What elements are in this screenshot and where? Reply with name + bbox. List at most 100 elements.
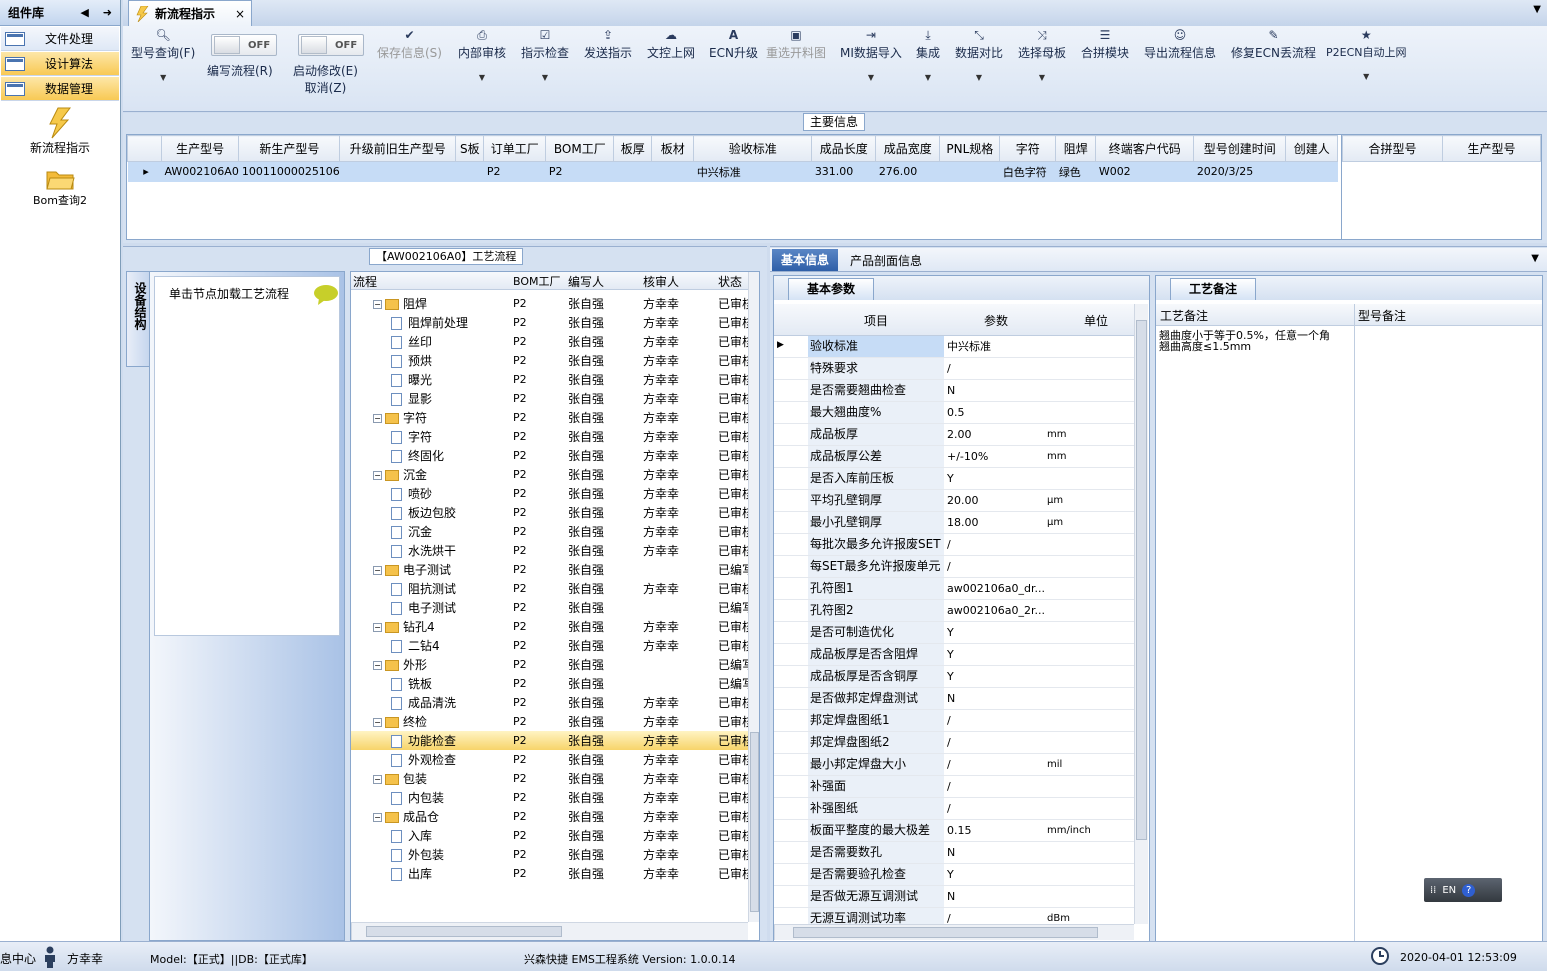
- param-row[interactable]: 每SET最多允许报废单元 /: [774, 556, 1134, 578]
- tree-row[interactable]: 电子测试 P2 张自强 已编写: [351, 598, 748, 617]
- param-row[interactable]: 特殊要求 /: [774, 358, 1134, 380]
- param-value[interactable]: N: [945, 380, 1044, 401]
- tree-row[interactable]: 显影 P2 张自强 方幸幸 已审核: [351, 389, 748, 408]
- column-header[interactable]: 状态: [718, 273, 742, 290]
- param-value[interactable]: +/-10%: [945, 446, 1044, 467]
- tree-row[interactable]: − 包装 P2 张自强 方幸幸 已审核: [351, 769, 748, 788]
- param-row[interactable]: 成品板厚公差 +/-10% mm: [774, 446, 1134, 468]
- param-value[interactable]: /: [945, 754, 1044, 775]
- column-header[interactable]: 项目: [864, 312, 888, 329]
- horizontal-scrollbar[interactable]: [774, 924, 1134, 940]
- dropdown-arrow-icon[interactable]: ▼: [1533, 4, 1541, 15]
- table-cell[interactable]: 331.00: [811, 161, 876, 182]
- process-remark-text[interactable]: 翘曲度小于等于0.5%，任意一个角翘曲高度≤1.5mm: [1159, 330, 1339, 352]
- column-header[interactable]: 生产型号: [160, 135, 240, 162]
- param-row[interactable]: 补强图纸 /: [774, 798, 1134, 820]
- table-cell[interactable]: 绿色: [1055, 161, 1096, 182]
- tree-row[interactable]: 成品清洗 P2 张自强 方幸幸 已审核: [351, 693, 748, 712]
- table-cell[interactable]: P2: [483, 161, 546, 182]
- p2ecn-auto-online-button[interactable]: ★ P2ECN自动上网 ▼: [1326, 28, 1407, 81]
- param-row[interactable]: 是否做无源互调测试 N: [774, 886, 1134, 908]
- table-cell[interactable]: W002: [1095, 161, 1194, 182]
- model-query-button[interactable]: 🔍︎ 型号查询(F) ▼: [131, 28, 195, 82]
- tree-row[interactable]: 喷砂 P2 张自强 方幸幸 已审核: [351, 484, 748, 503]
- param-row[interactable]: 孔符图2 aw002106a0_2r...: [774, 600, 1134, 622]
- param-row[interactable]: 每批次最多允许报废SET /: [774, 534, 1134, 556]
- write-process-toggle[interactable]: OFF: [211, 34, 277, 56]
- horizontal-scrollbar[interactable]: [351, 922, 748, 940]
- reselect-cutting-button[interactable]: ▣ 重选开料图: [766, 28, 826, 61]
- column-header[interactable]: 字符: [999, 135, 1057, 162]
- cancel-label[interactable]: 取消(Z): [305, 79, 347, 96]
- column-header[interactable]: 板厚: [613, 135, 653, 162]
- merge-module-button[interactable]: ☰ 合拼模块: [1081, 28, 1129, 61]
- tree-row[interactable]: 二钻4 P2 张自强 方幸幸 已审核: [351, 636, 748, 655]
- table-cell[interactable]: [939, 161, 1000, 182]
- column-header[interactable]: 创建人: [1285, 135, 1339, 162]
- tree-row[interactable]: 水洗烘干 P2 张自强 方幸幸 已审核: [351, 541, 748, 560]
- ecn-upgrade-button[interactable]: A ECN升级: [709, 28, 758, 61]
- ime-toolbar[interactable]: ⁞⁞ EN?: [1424, 878, 1502, 902]
- integrate-button[interactable]: ⤓ 集成 ▼: [916, 28, 940, 82]
- tab-basic-params[interactable]: 基本参数: [788, 278, 874, 300]
- param-row[interactable]: 平均孔壁铜厚 20.00 μm: [774, 490, 1134, 512]
- column-header[interactable]: 成品长度: [811, 135, 877, 162]
- tree-row[interactable]: 沉金 P2 张自强 方幸幸 已审核: [351, 522, 748, 541]
- param-value[interactable]: N: [945, 886, 1044, 907]
- param-row[interactable]: 是否做邦定焊盘测试 N: [774, 688, 1134, 710]
- group-design-algorithm[interactable]: 设计算法: [1, 52, 119, 76]
- param-value[interactable]: Y: [945, 666, 1044, 687]
- tree-row[interactable]: 内包装 P2 张自强 方幸幸 已审核: [351, 788, 748, 807]
- param-row[interactable]: 补强面 /: [774, 776, 1134, 798]
- table-cell[interactable]: [339, 161, 456, 182]
- table-cell[interactable]: AW002106A0: [161, 161, 239, 182]
- column-header[interactable]: 流程: [353, 273, 377, 290]
- sidebar-item-new-process[interactable]: 新流程指示: [0, 107, 120, 156]
- param-row[interactable]: 是否需要翘曲检查 N: [774, 380, 1134, 402]
- param-row[interactable]: ▶ 验收标准 中兴标准: [774, 336, 1134, 358]
- group-file-processing[interactable]: 文件处理: [1, 27, 119, 51]
- param-value[interactable]: /: [945, 534, 1044, 555]
- tree-row[interactable]: 板边包胶 P2 张自强 方幸幸 已审核: [351, 503, 748, 522]
- help-icon[interactable]: ?: [1462, 883, 1476, 897]
- param-value[interactable]: 0.5: [945, 402, 1044, 423]
- close-icon[interactable]: ×: [235, 7, 245, 21]
- tree-row[interactable]: 曝光 P2 张自强 方幸幸 已审核: [351, 370, 748, 389]
- collapse-icon[interactable]: −: [373, 566, 382, 575]
- table-cell[interactable]: 2020/3/25: [1193, 161, 1286, 182]
- param-value[interactable]: /: [945, 358, 1044, 379]
- column-header[interactable]: PNL规格: [939, 135, 1001, 162]
- column-header[interactable]: 新生产型号: [238, 135, 341, 162]
- param-value[interactable]: Y: [945, 468, 1044, 489]
- pin-icon[interactable]: ➜: [103, 6, 112, 19]
- table-cell[interactable]: P2: [545, 161, 614, 182]
- param-row[interactable]: 是否需要验孔检查 Y: [774, 864, 1134, 886]
- collapse-icon[interactable]: −: [373, 623, 382, 632]
- tree-row[interactable]: 外包装 P2 张自强 方幸幸 已审核: [351, 845, 748, 864]
- tree-row[interactable]: 丝印 P2 张自强 方幸幸 已审核: [351, 332, 748, 351]
- collapse-icon[interactable]: −: [373, 661, 382, 670]
- param-row[interactable]: 成品板厚是否含铜厚 Y: [774, 666, 1134, 688]
- tree-row[interactable]: − 沉金 P2 张自强 方幸幸 已审核: [351, 465, 748, 484]
- sidebar-item-bom-query[interactable]: Bom查询2: [0, 166, 120, 208]
- param-row[interactable]: 最小邦定焊盘大小 / mil: [774, 754, 1134, 776]
- param-value[interactable]: N: [945, 688, 1044, 709]
- param-value[interactable]: N: [945, 842, 1044, 863]
- tree-row[interactable]: − 电子测试 P2 张自强 已编写: [351, 560, 748, 579]
- param-value[interactable]: /: [945, 732, 1044, 753]
- column-header[interactable]: 阻焊: [1055, 135, 1097, 162]
- param-value[interactable]: aw002106a0_2r...: [945, 600, 1044, 621]
- tree-row[interactable]: 终固化 P2 张自强 方幸幸 已审核: [351, 446, 748, 465]
- param-value[interactable]: /: [945, 710, 1044, 731]
- tree-row[interactable]: 阻抗测试 P2 张自强 方幸幸 已审核: [351, 579, 748, 598]
- param-value[interactable]: 中兴标准: [945, 336, 1044, 357]
- param-row[interactable]: 成品板厚 2.00 mm: [774, 424, 1134, 446]
- column-header[interactable]: 订单工厂: [483, 135, 547, 162]
- table-cell[interactable]: [455, 161, 484, 182]
- column-header[interactable]: 编写人: [568, 273, 604, 290]
- doc-control-online-button[interactable]: ☁ 文控上网: [647, 28, 695, 61]
- table-cell[interactable]: 白色字符: [999, 161, 1056, 182]
- dropdown-arrow-icon[interactable]: ▼: [1531, 253, 1539, 264]
- start-edit-toggle[interactable]: OFF: [298, 34, 364, 56]
- tree-row[interactable]: 阻焊前处理 P2 张自强 方幸幸 已审核: [351, 313, 748, 332]
